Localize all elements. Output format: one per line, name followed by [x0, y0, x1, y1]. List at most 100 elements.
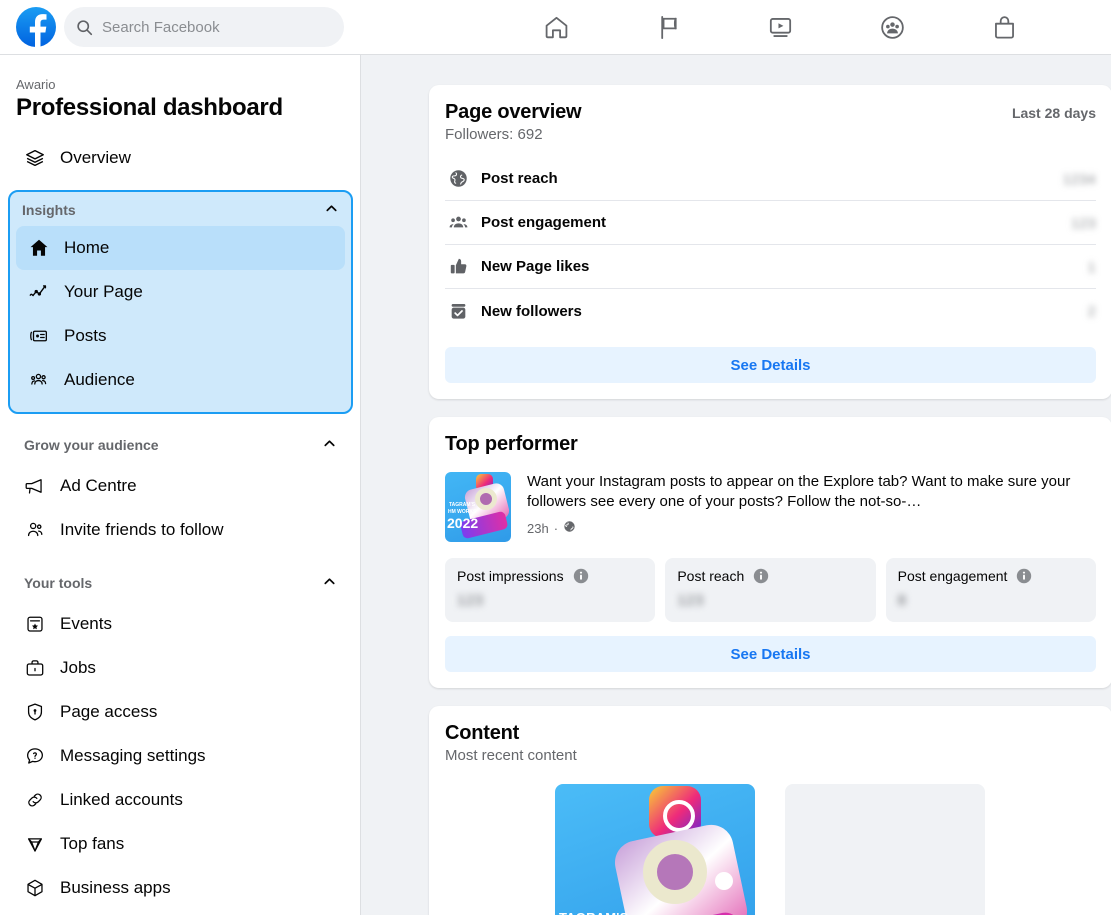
- chevron-up-icon[interactable]: [322, 436, 337, 454]
- sidebar-item-jobs[interactable]: Jobs: [8, 646, 353, 690]
- stat-box[interactable]: Post reach 123: [665, 558, 875, 622]
- sidebar-item-business-apps[interactable]: Business apps: [8, 866, 353, 910]
- content-placeholder[interactable]: [785, 784, 985, 915]
- content-thumbnail[interactable]: TAGRAM'S HM WORKS 2022: [555, 784, 755, 915]
- thumbnail-caption-3: 2022: [447, 516, 478, 530]
- sidebar-item-home[interactable]: Home: [16, 226, 345, 270]
- grow-audience-header[interactable]: Grow your audience: [8, 428, 353, 462]
- metric-row[interactable]: New Page likes 1: [445, 245, 1096, 289]
- metric-value: 2: [1088, 303, 1096, 319]
- post-text: Want your Instagram posts to appear on t…: [527, 472, 1096, 512]
- grow-audience-section: Grow your audience Ad Centre: [0, 428, 361, 552]
- metric-row[interactable]: Post reach 1234: [445, 157, 1096, 201]
- cube-icon: [24, 877, 46, 899]
- sidebar-item-your-page[interactable]: Your Page: [16, 270, 345, 314]
- top-post[interactable]: TAGRAM'S HM WORKS 2022 Want your Instagr…: [445, 472, 1096, 542]
- metric-value: 123: [1071, 215, 1096, 231]
- top-performer-card: Top performer TAGRAM'S HM WORKS 2022 Wan…: [429, 417, 1111, 688]
- nav-pages[interactable]: [612, 0, 724, 55]
- see-details-button[interactable]: See Details: [445, 347, 1096, 383]
- insights-section-header[interactable]: Insights: [10, 194, 351, 226]
- chevron-up-icon[interactable]: [324, 201, 339, 219]
- post-meta: 23h ·: [527, 520, 1096, 536]
- info-icon[interactable]: [753, 568, 769, 584]
- metric-label: Post engagement: [481, 214, 1059, 231]
- page-title: Professional dashboard: [0, 92, 361, 122]
- sidebar-item-invite-friends[interactable]: Invite friends to follow: [8, 508, 353, 552]
- top-nav-icons: [500, 0, 1060, 55]
- content-grid: TAGRAM'S HM WORKS 2022: [445, 784, 1096, 915]
- nav-watch[interactable]: [724, 0, 836, 55]
- sidebar-item-audience[interactable]: Audience: [16, 358, 345, 402]
- stat-box[interactable]: Post engagement 8: [886, 558, 1096, 622]
- people-icon: [447, 212, 469, 234]
- left-sidebar: Awario Professional dashboard Overview I…: [0, 55, 361, 915]
- sidebar-item-label: Audience: [64, 370, 135, 390]
- flag-icon: [655, 14, 682, 41]
- sidebar-item-label: Overview: [60, 148, 131, 168]
- sidebar-item-label: Page access: [60, 702, 157, 722]
- megaphone-icon: [24, 475, 46, 497]
- search-input[interactable]: Search Facebook: [64, 7, 344, 47]
- your-tools-heading: Your tools: [24, 575, 92, 591]
- lens-shape: [643, 840, 707, 904]
- sidebar-item-label: Home: [64, 238, 109, 258]
- globe-icon: [563, 520, 576, 536]
- sidebar-item-events[interactable]: Events: [8, 602, 353, 646]
- metric-label: New followers: [481, 303, 1076, 320]
- sidebar-item-label: Ad Centre: [60, 476, 137, 496]
- metric-row[interactable]: Post engagement 123: [445, 201, 1096, 245]
- audience-icon: [28, 369, 50, 391]
- insights-heading: Insights: [22, 202, 76, 218]
- your-tools-section: Your tools Events: [0, 566, 361, 910]
- trend-line-icon: [28, 281, 50, 303]
- diamond-icon: [24, 833, 46, 855]
- sidebar-item-top-fans[interactable]: Top fans: [8, 822, 353, 866]
- home-filled-icon: [28, 237, 50, 259]
- lens-shape: [475, 488, 497, 510]
- sidebar-item-label: Events: [60, 614, 112, 634]
- metric-value: 1234: [1063, 171, 1096, 187]
- main-content: Page overview Followers: 692 Last 28 day…: [361, 55, 1111, 915]
- search-icon: [76, 19, 93, 36]
- sidebar-item-posts[interactable]: Posts: [16, 314, 345, 358]
- post-stats: Post impressions 123 Post reach 123: [445, 558, 1096, 622]
- content-caption-1: TAGRAM'S: [559, 910, 628, 915]
- your-tools-header[interactable]: Your tools: [8, 566, 353, 600]
- info-icon[interactable]: [573, 568, 589, 584]
- post-separator: ·: [554, 521, 558, 536]
- sidebar-item-linked-accounts[interactable]: Linked accounts: [8, 778, 353, 822]
- stat-value: 8: [898, 592, 1084, 609]
- insights-section: Insights Home Your Page: [8, 190, 353, 414]
- nav-groups[interactable]: [836, 0, 948, 55]
- search-placeholder-text: Search Facebook: [102, 19, 220, 36]
- sidebar-item-label: Business apps: [60, 878, 171, 898]
- metric-row[interactable]: New followers 2: [445, 289, 1096, 333]
- nav-home[interactable]: [500, 0, 612, 55]
- chevron-up-icon[interactable]: [322, 574, 337, 592]
- groups-icon: [879, 14, 906, 41]
- content-card: Content Most recent content TAGRAM'S HM …: [429, 706, 1111, 915]
- thumbnail-caption-1: TAGRAM'S: [449, 502, 475, 508]
- page-overview-title: Page overview: [445, 101, 581, 124]
- globe-icon: [447, 168, 469, 190]
- stat-label: Post engagement: [898, 568, 1008, 584]
- message-question-icon: [24, 745, 46, 767]
- facebook-logo[interactable]: [16, 7, 56, 47]
- metric-value: 1: [1088, 259, 1096, 275]
- sidebar-item-page-access[interactable]: Page access: [8, 690, 353, 734]
- sidebar-item-overview[interactable]: Overview: [8, 136, 353, 180]
- sidebar-item-ad-centre[interactable]: Ad Centre: [8, 464, 353, 508]
- info-icon[interactable]: [1016, 568, 1032, 584]
- stat-box[interactable]: Post impressions 123: [445, 558, 655, 622]
- stat-value: 123: [677, 592, 863, 609]
- nav-marketplace[interactable]: [948, 0, 1060, 55]
- briefcase-icon: [24, 657, 46, 679]
- top-performer-title: Top performer: [445, 433, 1096, 456]
- grow-audience-heading: Grow your audience: [24, 437, 159, 453]
- see-details-button[interactable]: See Details: [445, 636, 1096, 672]
- video-icon: [767, 14, 794, 41]
- post-thumbnail[interactable]: TAGRAM'S HM WORKS 2022: [445, 472, 511, 542]
- sidebar-item-messaging-settings[interactable]: Messaging settings: [8, 734, 353, 778]
- metric-label: Post reach: [481, 170, 1051, 187]
